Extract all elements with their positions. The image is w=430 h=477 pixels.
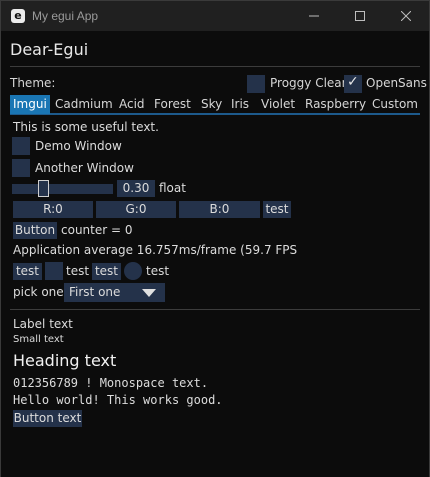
test-button[interactable]: test [13,263,42,280]
central-panel: Dear-Egui Theme: Proggy Clean OpenSans I… [1,31,429,477]
tab-forest[interactable]: Forest [151,95,194,114]
another-window-label: Another Window [35,161,134,175]
app-window: e My egui App Dear-Egui Theme: Proggy Cl… [0,0,430,477]
demo-window-checkbox[interactable] [12,137,30,155]
tab-imgui[interactable]: Imgui [10,95,50,114]
divider [10,309,420,310]
counter-button[interactable]: Button [13,222,57,239]
pick-one-label: pick one: [13,285,68,299]
label-text: Label text [13,317,73,331]
color-test-button[interactable]: test [263,201,291,218]
minimize-icon [309,15,319,17]
close-button[interactable] [383,1,429,31]
proggy-clean-label: Proggy Clean [270,76,350,90]
button-text-button[interactable]: Button text [13,410,82,427]
test-checkbox-label: test [66,264,90,278]
chevron-down-icon [142,289,156,297]
pick-one-combobox[interactable]: First one [64,283,165,302]
app-icon: e [11,9,25,23]
counter-text: counter = 0 [61,223,133,237]
opensans-checkbox[interactable] [344,74,362,93]
tab-acid[interactable]: Acid [116,95,148,114]
float-slider[interactable] [12,184,113,194]
float-label: float [159,181,186,195]
test-radio[interactable] [124,262,142,280]
theme-row: Theme: Proggy Clean OpenSans [10,74,427,95]
page-title: Dear-Egui [10,40,89,59]
tab-sky[interactable]: Sky [198,95,225,114]
heading-text: Heading text [13,351,117,370]
theme-tabs: Imgui Cadmium Acid Forest Sky Iris Viole… [10,94,420,115]
maximize-button[interactable] [337,1,383,31]
test-button-2[interactable]: test [92,263,121,280]
title-bar[interactable]: e My egui App [1,1,429,31]
color-b-value[interactable]: B:0 [179,201,260,218]
maximize-icon [355,11,365,21]
tab-raspberry[interactable]: Raspberry [302,95,369,114]
monospace-text: 012356789 ! Monospace text. [13,376,209,390]
tab-violet[interactable]: Violet [258,95,298,114]
float-drag-value[interactable]: 0.30 [117,180,155,197]
color-g-value[interactable]: G:0 [96,201,176,218]
theme-label: Theme: [10,76,56,90]
performance-text: Application average 16.757ms/frame (59.7… [13,243,298,257]
proggy-clean-checkbox[interactable] [247,75,265,93]
float-slider-handle[interactable] [38,180,49,197]
tab-cadmium[interactable]: Cadmium [52,95,116,114]
tab-custom[interactable]: Custom [369,95,421,114]
color-r-value[interactable]: R:0 [13,201,93,218]
window-title: My egui App [32,9,99,23]
test-checkbox[interactable] [45,262,63,280]
small-text: Small text [13,334,64,345]
tab-iris[interactable]: Iris [228,95,252,114]
opensans-label: OpenSans [366,76,427,90]
another-window-checkbox[interactable] [12,159,30,177]
demo-window-label: Demo Window [35,139,122,153]
minimize-button[interactable] [291,1,337,31]
test-radio-label: test [146,264,170,278]
pick-one-value: First one [69,285,121,299]
divider [10,66,420,67]
close-icon [401,11,411,21]
hello-world-text: Hello world! This works good. [13,393,223,407]
useful-text: This is some useful text. [13,120,159,134]
